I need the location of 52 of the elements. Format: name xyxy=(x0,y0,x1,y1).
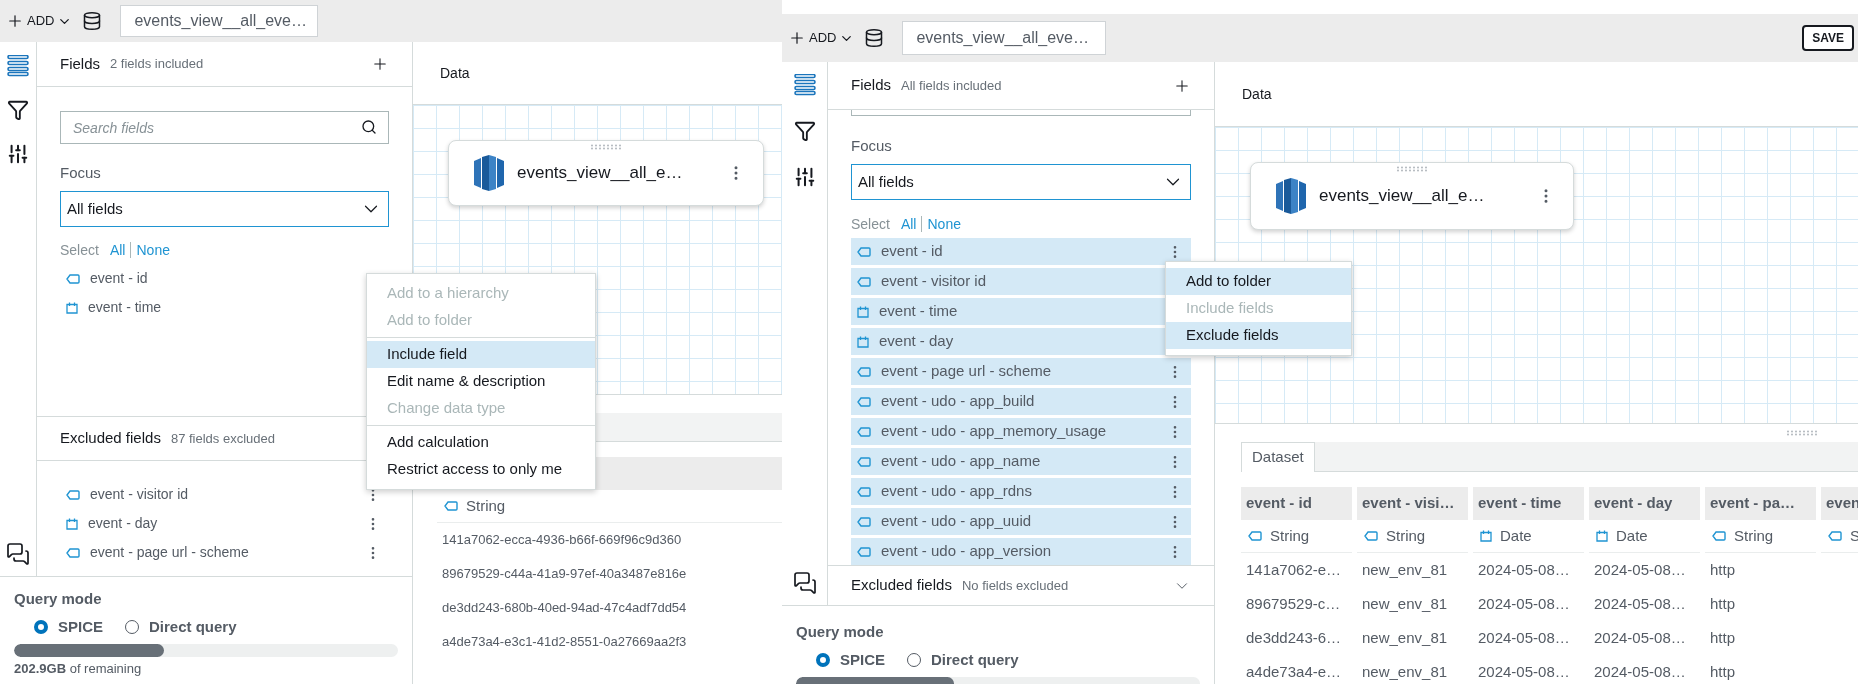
select-label: Select xyxy=(851,214,890,234)
excluded-count: No fields excluded xyxy=(961,576,1069,595)
table-cell-text: 2024-05-08… xyxy=(1593,661,1687,682)
query-mode-title: Query mode xyxy=(14,589,103,609)
table-cell-text: 2024-05-08… xyxy=(1477,559,1571,580)
excluded-count: 87 fields excluded xyxy=(170,429,275,448)
table-cell-text: 2024-05-08… xyxy=(1593,627,1687,648)
type-cell: Date xyxy=(1473,520,1584,553)
focus-label: Focus xyxy=(60,163,102,183)
field-count: 2 fields included xyxy=(110,55,204,74)
table-cell-text: http xyxy=(1709,661,1737,682)
section-title: Excluded fields xyxy=(851,575,952,596)
focus-label: Focus xyxy=(851,136,893,156)
table-cell-text: 2024-05-08… xyxy=(1477,661,1571,682)
dataset-name: events_view__all_e… xyxy=(1319,185,1485,208)
table-cell-text: 141a7062-e… xyxy=(1245,559,1343,580)
table-cell-text: 141a7062-ecca-4936-b66f-669f96c9d360 xyxy=(441,531,683,550)
data-title: Data xyxy=(440,63,470,83)
radio-label: Direct query xyxy=(931,649,1019,670)
table-cell-text: 2024-05-08… xyxy=(1593,593,1687,614)
panel-title: Fields xyxy=(851,75,891,96)
storage-text: 202.9GB of remaining xyxy=(14,660,143,678)
table-cell-text: new_env_81 xyxy=(1361,559,1449,580)
radio-label: SPICE xyxy=(840,649,885,670)
table-cell-text: de3dd243-6… xyxy=(1245,627,1343,648)
dataset-name: events_view__all_e… xyxy=(517,162,683,185)
radio-label: SPICE xyxy=(58,616,103,637)
table-cell-text: http xyxy=(1709,627,1737,648)
table-cell-text: 2024-05-08… xyxy=(1477,593,1571,614)
type-cell: String xyxy=(1705,520,1816,553)
panel-title: Fields xyxy=(60,53,100,74)
table-cell-text: new_env_81 xyxy=(1361,661,1449,682)
table-cell-text: de3dd243-680b-40ed-94ad-47c4adf7dd54 xyxy=(441,599,688,618)
field-count: All fields included xyxy=(901,76,1002,95)
table-cell-text: 2024-05-08… xyxy=(1477,627,1571,648)
table-cell-text: new_env_81 xyxy=(1361,627,1449,648)
table-cell-text: 89679529-c44a-41a9-97ef-40a3487e816e xyxy=(441,565,688,584)
table-cell-text: new_env_81 xyxy=(1361,593,1449,614)
data-title: Data xyxy=(1242,84,1272,104)
table-cell-text: http xyxy=(1709,593,1737,614)
query-mode-title: Query mode xyxy=(796,622,885,642)
table-cell-text: a4de73a4-e3c1-41d2-8551-0a27669aa2f3 xyxy=(441,633,688,652)
table-cell-text: 89679529-c… xyxy=(1245,593,1342,614)
table-cell-text: a4de73a4-e… xyxy=(1245,661,1343,682)
table-cell-text: http xyxy=(1709,559,1737,580)
type-cell: String xyxy=(1241,520,1352,553)
section-title: Excluded fields xyxy=(60,428,161,449)
type-cell: String xyxy=(1357,520,1468,553)
type-cell: Date xyxy=(1589,520,1700,553)
table-cell-text: 2024-05-08… xyxy=(1593,559,1687,580)
select-label: Select xyxy=(60,240,99,260)
radio-label: Direct query xyxy=(149,616,237,637)
